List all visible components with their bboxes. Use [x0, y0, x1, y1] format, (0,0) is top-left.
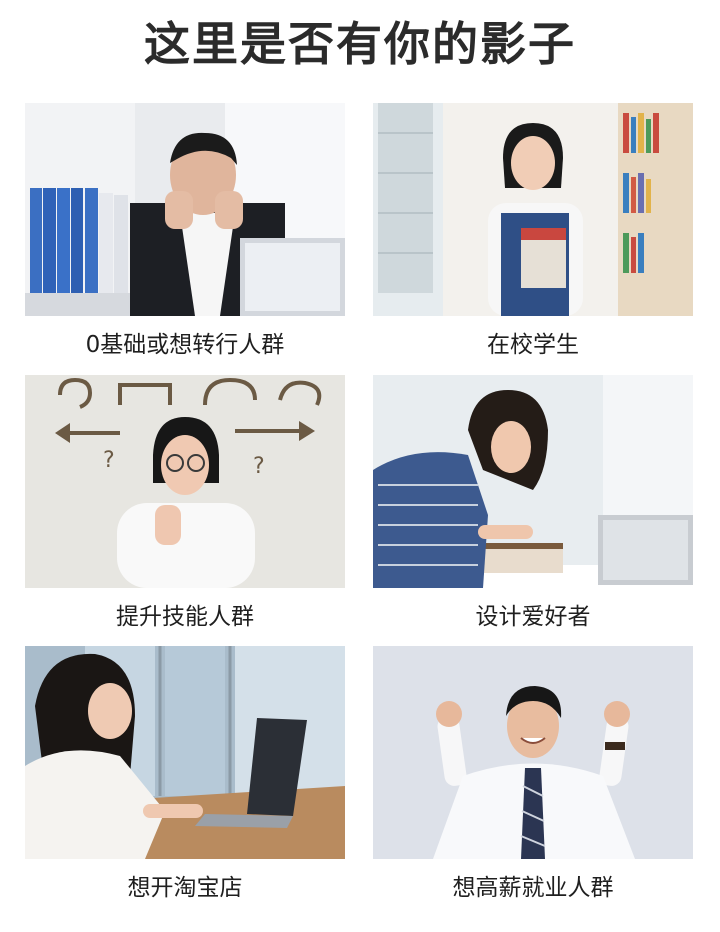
audience-card: 0基础或想转行人群 — [25, 103, 345, 360]
stressed-office-man-photo — [25, 103, 345, 316]
audience-card: 在校学生 — [373, 103, 693, 360]
audience-caption: 在校学生 — [487, 332, 579, 358]
audience-card: 想开淘宝店 — [25, 646, 345, 903]
audience-caption: 提升技能人群 — [116, 604, 254, 630]
thinking-woman-photo: ? ? — [25, 375, 345, 588]
audience-card: 想高薪就业人群 — [373, 646, 693, 903]
audience-card: ? ? 提升技能人群 — [25, 375, 345, 632]
audience-caption: 想开淘宝店 — [127, 875, 243, 901]
audience-card: 设计爱好者 — [373, 375, 693, 632]
audience-caption: 想高薪就业人群 — [452, 875, 614, 901]
woman-at-laptop-photo — [25, 646, 345, 859]
cheering-man-photo — [373, 646, 693, 859]
svg-text:?: ? — [253, 454, 265, 479]
audience-caption: 0基础或想转行人群 — [85, 332, 285, 358]
audience-caption: 设计爱好者 — [475, 604, 591, 630]
svg-text:?: ? — [103, 448, 115, 473]
student-with-book-photo — [373, 103, 693, 316]
woman-writing-photo — [373, 375, 693, 588]
page-title: 这里是否有你的影子 — [144, 17, 576, 71]
